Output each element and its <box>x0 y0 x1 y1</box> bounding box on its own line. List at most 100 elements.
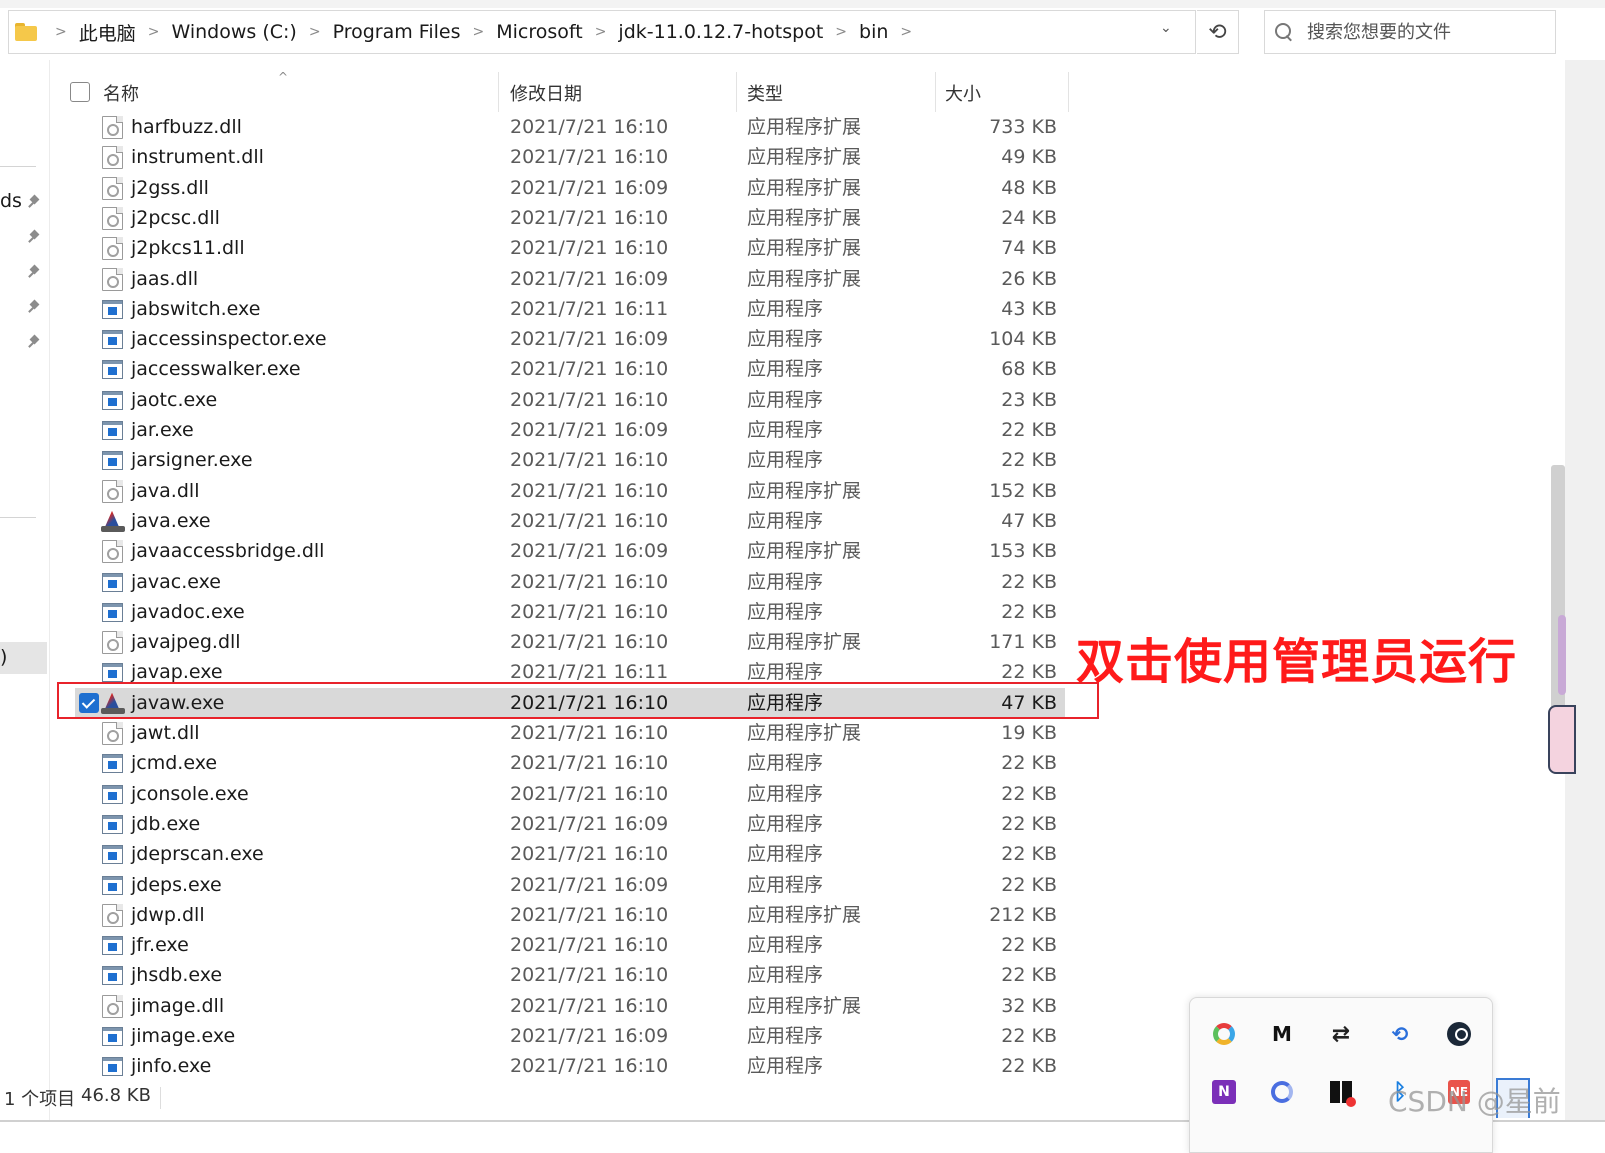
media-icon[interactable]: Ⅿ <box>1268 1020 1296 1048</box>
chevron-right-icon[interactable]: > <box>595 24 607 40</box>
breadcrumb-drive-c[interactable]: Windows (C:) <box>171 21 296 43</box>
column-divider[interactable] <box>736 72 737 112</box>
file-row[interactable]: jdwp.dll 2021/7/21 16:10 应用程序扩展 212 KB <box>75 900 1065 930</box>
file-name: jaccessinspector.exe <box>131 328 327 351</box>
pin-icon[interactable] <box>27 266 41 280</box>
file-modified-date: 2021/7/21 16:10 <box>510 570 669 593</box>
dll-file-icon <box>102 237 123 261</box>
file-name: jaotc.exe <box>131 388 218 411</box>
file-row[interactable]: jdeps.exe 2021/7/21 16:09 应用程序 22 KB <box>75 870 1065 900</box>
file-row[interactable]: j2pkcs11.dll 2021/7/21 16:10 应用程序扩展 74 KB <box>75 233 1065 263</box>
file-row[interactable]: jdeprscan.exe 2021/7/21 16:10 应用程序 22 KB <box>75 839 1065 869</box>
file-row[interactable]: jcmd.exe 2021/7/21 16:10 应用程序 22 KB <box>75 748 1065 778</box>
file-modified-date: 2021/7/21 16:10 <box>510 116 669 138</box>
file-row[interactable]: jarsigner.exe 2021/7/21 16:10 应用程序 22 KB <box>75 445 1065 475</box>
file-row[interactable]: jabswitch.exe 2021/7/21 16:11 应用程序 43 KB <box>75 294 1065 324</box>
file-row[interactable]: java.dll 2021/7/21 16:10 应用程序扩展 152 KB <box>75 476 1065 506</box>
file-size: 19 KB <box>1001 722 1057 744</box>
breadcrumb-microsoft[interactable]: Microsoft <box>496 21 582 43</box>
exe-file-icon <box>102 421 123 440</box>
breadcrumb-bin[interactable]: bin <box>859 21 888 43</box>
file-modified-date: 2021/7/21 16:10 <box>510 934 669 957</box>
file-row[interactable]: jinfo.exe 2021/7/21 16:10 应用程序 22 KB <box>75 1051 1065 1081</box>
dll-file-icon <box>102 994 123 1018</box>
pin-icon[interactable] <box>27 301 41 315</box>
status-divider <box>160 1087 161 1109</box>
file-name: jhsdb.exe <box>131 964 223 987</box>
file-row[interactable]: javajpeg.dll 2021/7/21 16:10 应用程序扩展 171 KB <box>75 627 1065 657</box>
file-name: java.dll <box>131 479 200 502</box>
settings-sliders-icon[interactable]: ⇄ <box>1327 1020 1355 1048</box>
nav-item-downloads[interactable]: ds <box>0 190 22 212</box>
chevron-right-icon[interactable]: > <box>835 24 847 40</box>
file-type: 应用程序 <box>747 782 824 805</box>
file-row[interactable]: j2gss.dll 2021/7/21 16:09 应用程序扩展 48 KB <box>75 173 1065 203</box>
exe-file-icon <box>102 360 123 380</box>
file-name: jimage.dll <box>131 994 225 1017</box>
sort-ascending-icon: ^ <box>278 70 289 84</box>
chevron-right-icon[interactable]: > <box>309 24 321 40</box>
file-name: instrument.dll <box>131 146 264 169</box>
steam-icon[interactable] <box>1445 1020 1473 1048</box>
chevron-right-icon[interactable]: > <box>900 24 912 40</box>
column-divider[interactable] <box>1068 72 1069 112</box>
file-size: 74 KB <box>1001 237 1057 260</box>
address-bar[interactable]: > 此电脑 > Windows (C:) > Program Files > M… <box>8 10 1196 54</box>
nav-item-selected[interactable]: ) <box>0 642 47 674</box>
column-divider[interactable] <box>935 72 936 112</box>
pin-icon[interactable] <box>27 196 41 210</box>
file-name: jdb.exe <box>131 812 201 835</box>
file-row[interactable]: jaccesswalker.exe 2021/7/21 16:10 应用程序 68 K… <box>75 354 1065 384</box>
file-row[interactable]: jimage.dll 2021/7/21 16:10 应用程序扩展 32 KB <box>75 991 1065 1021</box>
app-grid-icon[interactable] <box>1327 1078 1356 1107</box>
file-row[interactable]: jfr.exe 2021/7/21 16:10 应用程序 22 KB <box>75 930 1065 960</box>
dll-file-icon <box>102 116 123 139</box>
column-divider[interactable] <box>498 72 499 112</box>
column-header-size[interactable]: 大小 <box>945 80 981 106</box>
file-row[interactable]: harfbuzz.dll 2021/7/21 16:10 应用程序扩展 733 KB <box>75 112 1065 142</box>
pin-icon[interactable] <box>27 336 41 350</box>
file-modified-date: 2021/7/21 16:10 <box>510 1055 669 1078</box>
search-box[interactable] <box>1264 10 1556 54</box>
column-header-date[interactable]: 修改日期 <box>510 80 582 106</box>
refresh-button[interactable]: ⟲ <box>1197 10 1239 54</box>
file-row[interactable]: j2pcsc.dll 2021/7/21 16:10 应用程序扩展 24 KB <box>75 203 1065 233</box>
breadcrumb-program-files[interactable]: Program Files <box>333 21 461 43</box>
sync-icon[interactable]: ⟲ <box>1386 1020 1414 1048</box>
file-row[interactable]: jhsdb.exe 2021/7/21 16:10 应用程序 22 KB <box>75 960 1065 990</box>
file-modified-date: 2021/7/21 16:09 <box>510 419 669 441</box>
onenote-icon[interactable]: N <box>1210 1078 1238 1106</box>
breadcrumb-jdk[interactable]: jdk-11.0.12.7-hotspot <box>618 21 823 43</box>
file-row[interactable]: jaas.dll 2021/7/21 16:09 应用程序扩展 26 KB <box>75 264 1065 294</box>
file-row[interactable]: instrument.dll 2021/7/21 16:10 应用程序扩展 49 KB <box>75 142 1065 172</box>
chevron-right-icon[interactable]: > <box>55 24 67 40</box>
file-type: 应用程序 <box>747 1055 824 1078</box>
file-row[interactable]: jawt.dll 2021/7/21 16:10 应用程序扩展 19 KB <box>75 718 1065 748</box>
file-row[interactable]: jconsole.exe 2021/7/21 16:10 应用程序 22 KB <box>75 779 1065 809</box>
file-size: 43 KB <box>1001 297 1057 320</box>
file-size: 153 KB <box>989 540 1057 563</box>
file-row[interactable]: jimage.exe 2021/7/21 16:09 应用程序 22 KB <box>75 1021 1065 1051</box>
column-header-name[interactable]: 名称 <box>103 80 139 106</box>
breadcrumb-this-pc[interactable]: 此电脑 <box>79 19 136 46</box>
chevron-right-icon[interactable]: > <box>472 24 484 40</box>
ring-icon[interactable] <box>1268 1078 1296 1106</box>
file-type: 应用程序扩展 <box>747 540 862 563</box>
column-header-type[interactable]: 类型 <box>747 80 783 106</box>
file-row[interactable]: java.exe 2021/7/21 16:10 应用程序 47 KB <box>75 506 1065 536</box>
file-row[interactable]: jaotc.exe 2021/7/21 16:10 应用程序 23 KB <box>75 385 1065 415</box>
search-input[interactable] <box>1307 21 1547 43</box>
chevron-down-icon[interactable]: ⌄ <box>1160 20 1172 36</box>
file-row[interactable]: javadoc.exe 2021/7/21 16:10 应用程序 22 KB <box>75 597 1065 627</box>
file-type: 应用程序扩展 <box>747 631 862 654</box>
chevron-right-icon[interactable]: > <box>148 24 160 40</box>
file-type: 应用程序 <box>747 509 824 532</box>
file-row[interactable]: jar.exe 2021/7/21 16:09 应用程序 22 KB <box>75 415 1065 445</box>
color-wheel-icon[interactable] <box>1210 1020 1238 1048</box>
file-row[interactable]: jdb.exe 2021/7/21 16:09 应用程序 22 KB <box>75 809 1065 839</box>
file-row[interactable]: jaccessinspector.exe 2021/7/21 16:09 应用程序 1… <box>75 324 1065 354</box>
select-all-checkbox[interactable] <box>70 82 90 102</box>
file-row[interactable]: javaaccessbridge.dll 2021/7/21 16:09 应用程序扩… <box>75 536 1065 566</box>
pin-icon[interactable] <box>27 231 41 245</box>
file-row[interactable]: javac.exe 2021/7/21 16:10 应用程序 22 KB <box>75 567 1065 597</box>
